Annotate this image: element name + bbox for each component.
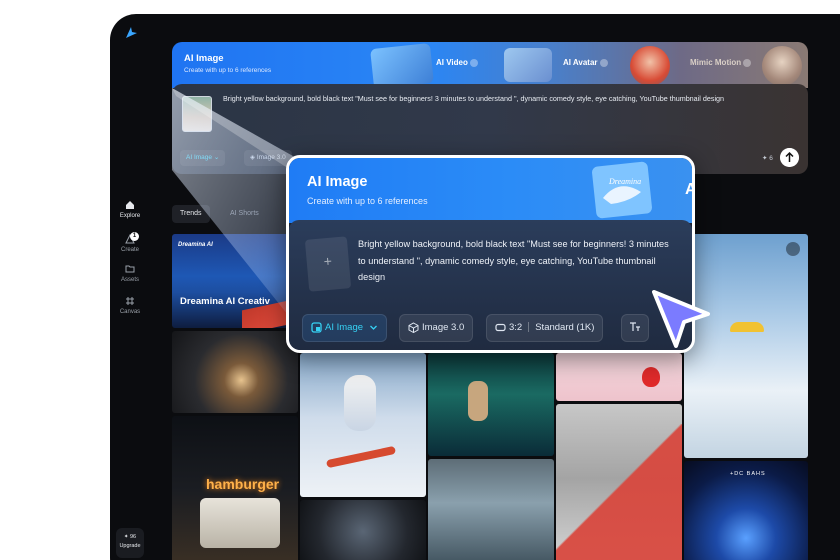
gallery-tile[interactable]: [428, 353, 554, 456]
art-script: Dreamina: [608, 177, 641, 186]
upload-reference-slot[interactable]: +: [304, 236, 352, 292]
gallery-tile[interactable]: Dreamina AI Dreamina AI Creativ: [172, 234, 298, 328]
create-badge: 1: [130, 232, 139, 241]
chevron-right-icon: [469, 58, 478, 67]
ai-image-thumb: [370, 42, 434, 88]
tile-snowboard: [325, 445, 397, 469]
sidebar-item-label: Assets: [120, 277, 139, 283]
gallery-tile[interactable]: hamburger: [172, 416, 298, 560]
plus-icon: +: [322, 252, 333, 270]
credit-cost: ✦ 6: [762, 155, 773, 162]
tab-ai-video[interactable]: AI Video: [436, 58, 478, 67]
banner-title: AI Image: [184, 53, 224, 64]
tile-poster-text: +DC BAHS: [730, 471, 766, 477]
gallery-tile[interactable]: [300, 353, 426, 497]
sidebar-item-label: Explore: [119, 213, 141, 219]
popup-body: + Bright yellow background, bold black t…: [289, 220, 692, 350]
popup-title: AI Image: [307, 174, 368, 190]
popup-prompt-text[interactable]: Bright yellow background, bold black tex…: [358, 236, 678, 286]
ai-avatar-thumb: [630, 46, 670, 86]
mode-dropdown[interactable]: AI Image: [302, 314, 387, 342]
tab-label: AI Video: [436, 58, 468, 67]
model-select-label: Image 3.0: [256, 154, 286, 161]
filter-tab-trends[interactable]: Trends: [172, 205, 210, 223]
cursor-pointer-icon: [652, 290, 710, 348]
ai-video-thumb: [504, 48, 552, 82]
upgrade-button[interactable]: ✦ 96 Upgrade: [116, 528, 144, 558]
divider: [528, 322, 530, 333]
logo-icon[interactable]: [124, 26, 138, 40]
sidebar-item-assets[interactable]: Assets: [110, 264, 150, 283]
model-select[interactable]: ◈ Image 3.0: [244, 150, 292, 166]
gallery-tile[interactable]: [300, 500, 426, 560]
mode-banner: AI Image Create with up to 6 references …: [172, 42, 808, 88]
popup-subtitle: Create with up to 6 references: [307, 196, 428, 206]
home-icon: [126, 201, 134, 209]
canvas-icon: [126, 297, 134, 305]
ai-image-popup: AI Image Create with up to 6 references …: [286, 155, 695, 353]
tile-truck: [200, 498, 280, 548]
sidebar-item-create[interactable]: 1 Create: [110, 232, 150, 253]
mode-select-label: AI Image: [186, 154, 213, 161]
gallery-tile[interactable]: +DC BAHS: [684, 461, 808, 560]
prompt-text[interactable]: Bright yellow background, bold black tex…: [223, 94, 783, 103]
text-style-button[interactable]: [621, 314, 649, 342]
image-mode-icon: [311, 322, 322, 333]
tile-paraglider: [730, 322, 764, 332]
popup-header: AI Image Create with up to 6 references …: [289, 158, 692, 223]
filter-tab-ai-shorts[interactable]: AI Shorts: [222, 205, 267, 223]
text-size-icon: [630, 322, 640, 332]
tile-bear: [344, 375, 376, 431]
ratio-quality-dropdown[interactable]: 3:2 Standard (1K): [486, 314, 604, 342]
chevron-right-icon: [743, 58, 752, 67]
art-letter: A: [685, 181, 695, 198]
credits-count: ✦ 96: [123, 534, 137, 540]
model-dropdown[interactable]: Image 3.0: [399, 314, 474, 342]
banner-subtitle: Create with up to 6 references: [184, 67, 272, 74]
upgrade-label: Upgrade: [119, 543, 141, 549]
sidebar: Explore 1 Create Assets Canvas ✦ 96 Upgr…: [110, 14, 150, 560]
popup-art: Dreamina A: [592, 161, 695, 219]
folder-icon: [125, 265, 135, 273]
tab-label: AI Avatar: [563, 58, 598, 67]
reference-image[interactable]: [182, 96, 212, 132]
aspect-ratio-icon: [495, 323, 506, 332]
play-icon[interactable]: [786, 242, 800, 256]
quality-label: Standard (1K): [535, 322, 595, 333]
ratio-label: 3:2: [509, 322, 523, 333]
sidebar-item-canvas[interactable]: Canvas: [110, 296, 150, 315]
sidebar-item-label: Create: [120, 247, 139, 253]
tile-headline: Dreamina AI Creativ: [180, 296, 270, 307]
chevron-right-icon: [599, 58, 608, 67]
tile-strawberry: [642, 367, 660, 387]
tile-red-wedge: [556, 424, 682, 560]
mode-select[interactable]: AI Image ⌄: [180, 150, 226, 166]
mimic-motion-thumb: [762, 46, 802, 86]
mode-dropdown-label: AI Image: [325, 322, 364, 333]
tab-ai-avatar[interactable]: AI Avatar: [563, 58, 608, 67]
tile-neon-sign: hamburger: [206, 476, 280, 492]
tab-label: Mimic Motion: [690, 58, 742, 67]
tile-brand: Dreamina AI: [178, 242, 213, 248]
gallery-tile[interactable]: [556, 353, 682, 401]
send-button[interactable]: [780, 148, 799, 167]
gallery-tile[interactable]: [172, 331, 298, 413]
tile-diver: [468, 381, 488, 421]
sidebar-item-label: Canvas: [119, 309, 141, 315]
sidebar-item-explore[interactable]: Explore: [110, 200, 150, 219]
gallery-tile[interactable]: [556, 404, 682, 560]
cube-icon: [408, 322, 419, 334]
tab-mimic-motion[interactable]: Mimic Motion: [690, 58, 752, 67]
model-dropdown-label: Image 3.0: [422, 322, 465, 333]
chevron-down-icon: [369, 325, 377, 330]
gallery-tile[interactable]: [428, 459, 554, 560]
